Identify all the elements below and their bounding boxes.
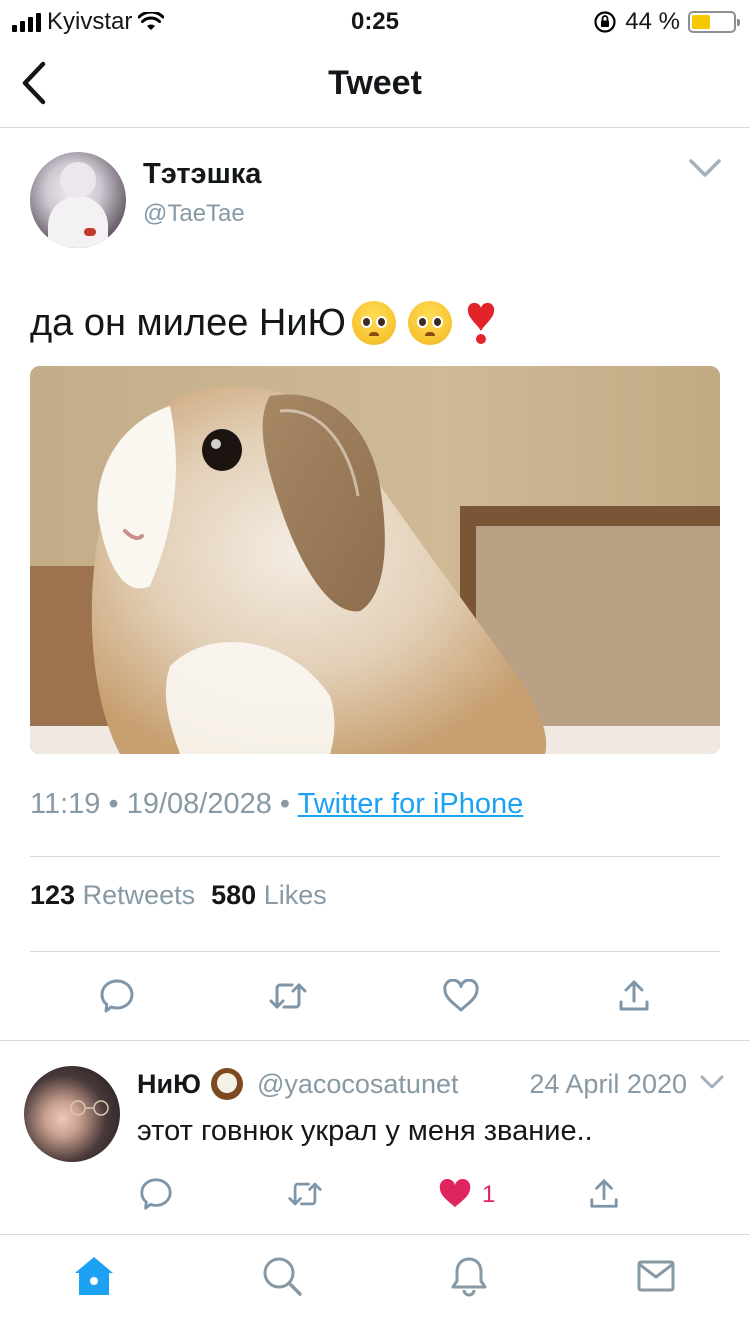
tweet-text: да он милее НиЮ <box>30 300 496 346</box>
tweet-stats: 123 Retweets 580 Likes <box>30 880 327 911</box>
chevron-down-icon[interactable] <box>699 1072 725 1092</box>
heart-exclamation-icon <box>466 300 496 346</box>
like-filled-icon <box>439 1179 471 1208</box>
meta-separator: • <box>279 788 291 820</box>
retweets-count: 123 <box>30 880 76 910</box>
battery-percent: 44 % <box>625 8 680 35</box>
share-icon <box>619 980 649 1011</box>
retweet-button[interactable] <box>268 976 308 1016</box>
tweet-actions <box>0 970 750 1020</box>
tab-bar <box>0 1234 750 1334</box>
retweet-icon <box>288 1182 322 1206</box>
retweet-icon <box>269 983 307 1009</box>
tab-search[interactable] <box>257 1251 307 1301</box>
reply-date: 24 April 2020 <box>529 1068 687 1099</box>
reply-button[interactable] <box>97 976 137 1016</box>
author-avatar[interactable] <box>30 152 126 248</box>
chevron-down-icon[interactable] <box>688 156 722 180</box>
reply-author-handle[interactable]: @yacocosatunet <box>257 1069 459 1100</box>
home-icon <box>75 1257 113 1295</box>
tweet-date: 19/08/2028 <box>126 788 272 820</box>
reply-like-count: 1 <box>482 1181 496 1208</box>
orientation-lock-icon <box>594 11 616 33</box>
coconut-icon <box>210 1068 243 1100</box>
reply-reply-button[interactable] <box>138 1176 174 1212</box>
tweet-source-link[interactable]: Twitter for iPhone <box>298 788 524 820</box>
tab-notifications[interactable] <box>444 1251 494 1301</box>
likes-stat[interactable]: 580 Likes <box>211 880 327 911</box>
status-bar: Kyivstar 0:25 44 % <box>0 0 750 40</box>
divider <box>30 856 720 857</box>
tab-home[interactable] <box>69 1251 119 1301</box>
reply-icon <box>140 1178 172 1210</box>
tweet-media-image[interactable] <box>30 366 720 754</box>
battery-group: 44 % <box>593 8 740 36</box>
pleading-face-icon <box>351 301 396 345</box>
share-button[interactable] <box>614 976 654 1016</box>
pleading-face-icon <box>407 301 452 345</box>
share-icon <box>590 1179 618 1208</box>
author-handle[interactable]: @TaeTae <box>143 200 245 228</box>
like-icon <box>443 979 479 1012</box>
divider <box>0 1040 750 1041</box>
reply-author-avatar[interactable] <box>24 1066 120 1162</box>
reply-author-name[interactable]: НиЮ <box>137 1069 201 1100</box>
divider <box>30 951 720 952</box>
tweet-time: 11:19 <box>30 788 101 820</box>
rabbit-photo <box>30 366 720 754</box>
page-title: Tweet <box>328 64 422 102</box>
likes-label: Likes <box>263 880 327 910</box>
retweets-label: Retweets <box>82 880 196 910</box>
reply-header: НиЮ @yacocosatunet 24 April 2020 <box>137 1066 727 1102</box>
search-icon <box>263 1257 302 1296</box>
messages-icon <box>637 1260 675 1292</box>
reply-like-button[interactable] <box>437 1176 473 1212</box>
tab-messages[interactable] <box>631 1251 681 1301</box>
nav-bar: Tweet <box>0 40 750 128</box>
likes-count: 580 <box>211 880 257 910</box>
notifications-icon <box>451 1257 487 1297</box>
tweet-text-content: да он милее НиЮ <box>30 302 346 344</box>
like-button[interactable] <box>441 976 481 1016</box>
battery-icon <box>688 11 740 33</box>
reply-retweet-button[interactable] <box>287 1176 323 1212</box>
author-name[interactable]: Тэтэшка <box>143 158 261 191</box>
reply-actions: 1 <box>0 1172 750 1216</box>
tweet-meta: 11:19 • 19/08/2028 • Twitter for iPhone <box>30 788 523 821</box>
meta-separator: • <box>108 788 119 820</box>
reply-text: этот говнюк украл у меня звание.. <box>137 1115 593 1147</box>
reply-share-button[interactable] <box>586 1176 622 1212</box>
retweets-stat[interactable]: 123 Retweets <box>30 880 195 911</box>
reply-icon <box>100 979 134 1013</box>
